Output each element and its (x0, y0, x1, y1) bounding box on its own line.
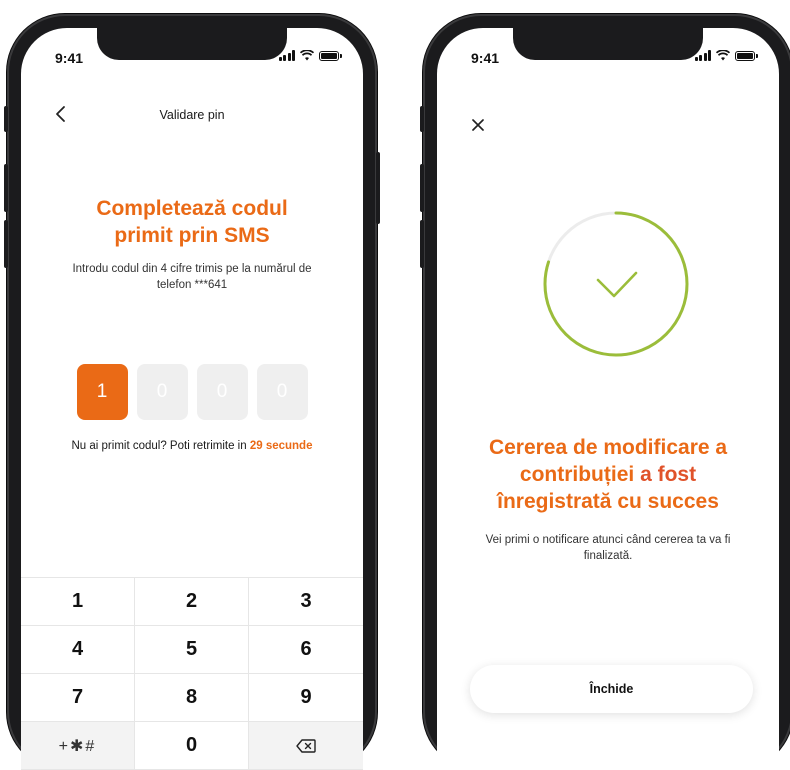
key-8[interactable]: 8 (135, 674, 249, 722)
resend-text: Nu ai primit codul? Poti retrimite in (71, 440, 247, 452)
success-subtitle-line-2: finalizată. (583, 550, 633, 562)
battery-icon (735, 50, 758, 61)
wifi-icon (716, 50, 730, 61)
phone-frame-right: 9:41 Cererea de modificare a contribuție… (420, 14, 790, 770)
wifi-icon (300, 50, 314, 61)
key-backspace[interactable] (249, 722, 363, 770)
success-title: Cererea de modificare a contribuției a f… (451, 434, 765, 515)
volume-down-button (420, 220, 424, 268)
key-1[interactable]: 1 (21, 578, 135, 626)
pin-digit-1[interactable]: 1 (76, 364, 128, 420)
headline-line-1: Completează codul (96, 197, 288, 220)
instruction-line-1: Introdu codul din 4 cifre trimis pe la n… (72, 263, 312, 275)
close-button[interactable]: Închide (470, 665, 753, 713)
key-4[interactable]: 4 (21, 626, 135, 674)
pin-digit-2[interactable]: 0 (136, 364, 188, 420)
success-title-highlight: a fost (640, 463, 697, 486)
volume-up-button (4, 164, 8, 212)
status-time: 9:41 (55, 50, 84, 66)
checkmark-icon (596, 271, 638, 298)
page-title: Validare pin (159, 108, 225, 122)
signal-icon (278, 50, 295, 61)
headline-line-2: primit prin SMS (114, 224, 270, 247)
success-title-line-1: Cererea de modificare a (488, 436, 728, 459)
close-icon[interactable] (469, 116, 487, 134)
success-subtitle: Vei primi o notificare atunci când cerer… (465, 532, 751, 564)
volume-up-button (420, 164, 424, 212)
status-icons (694, 50, 758, 61)
success-subtitle-line-1: Vei primi o notificare atunci când cerer… (485, 534, 731, 546)
key-2[interactable]: 2 (135, 578, 249, 626)
notch (513, 28, 703, 60)
success-title-line-2: contribuției a fost (451, 461, 765, 488)
screen-pin-validation: 9:41 Validare pin Completează codul prim… (21, 28, 363, 770)
battery-icon (319, 50, 342, 61)
pin-digit-3[interactable]: 0 (196, 364, 248, 420)
success-progress-ring (543, 211, 689, 357)
success-title-word: contribuției (519, 463, 635, 486)
status-time: 9:41 (471, 50, 500, 66)
key-3[interactable]: 3 (249, 578, 363, 626)
resend-info: Nu ai primit codul? Poti retrimite in 29… (21, 440, 363, 452)
screen-success: 9:41 Cererea de modificare a contribuție… (437, 28, 779, 770)
backspace-icon (296, 738, 316, 753)
mute-switch (420, 106, 424, 132)
volume-down-button (4, 220, 8, 268)
instruction-line-2: telefon ***641 (156, 279, 228, 291)
phone-frame-left: 9:41 Validare pin Completează codul prim… (4, 14, 380, 770)
notch (97, 28, 287, 60)
success-title-line-3: înregistrată cu succes (497, 490, 719, 513)
numeric-keypad: 1 2 3 4 5 6 7 8 9 +✱# 0 (21, 577, 363, 770)
key-5[interactable]: 5 (135, 626, 249, 674)
key-6[interactable]: 6 (249, 626, 363, 674)
pin-input-group[interactable]: 1 0 0 0 (21, 364, 363, 420)
key-symbols[interactable]: +✱# (21, 722, 135, 770)
key-9[interactable]: 9 (249, 674, 363, 722)
mute-switch (4, 106, 8, 132)
pin-digit-4[interactable]: 0 (256, 364, 308, 420)
resend-countdown[interactable]: 29 secunde (250, 440, 313, 452)
key-0[interactable]: 0 (135, 722, 249, 770)
power-button (376, 152, 380, 224)
status-icons (278, 50, 342, 61)
signal-icon (694, 50, 711, 61)
key-7[interactable]: 7 (21, 674, 135, 722)
